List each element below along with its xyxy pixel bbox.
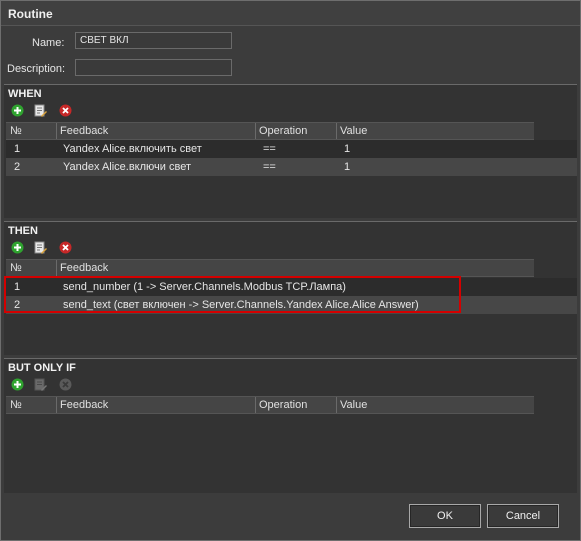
column-header-value: Value <box>340 399 368 411</box>
row-operation: == <box>263 143 276 155</box>
only-if-section: BUT ONLY IF № Feedback Operation Value <box>4 358 577 494</box>
table-row[interactable]: 1 Yandex Alice.включить свет == 1 <box>6 140 577 158</box>
add-icon[interactable] <box>11 241 24 254</box>
title-bar: Routine <box>1 1 580 26</box>
row-num: 2 <box>14 161 21 173</box>
column-header-feedback: Feedback <box>60 125 109 137</box>
column-header-num: № <box>10 125 22 137</box>
column-header-value: Value <box>340 125 368 137</box>
row-num: 1 <box>14 143 21 155</box>
description-label: Description: <box>7 63 66 75</box>
ok-button[interactable]: OK <box>409 504 481 528</box>
delete-icon-disabled <box>59 378 72 391</box>
add-icon[interactable] <box>11 104 24 117</box>
only-if-table-header: № Feedback Operation Value <box>6 396 534 414</box>
cancel-button[interactable]: Cancel <box>487 504 559 528</box>
when-title: WHEN <box>8 88 42 100</box>
highlight-box <box>4 276 461 313</box>
edit-icon[interactable] <box>34 104 47 117</box>
column-header-operation: Operation <box>259 399 308 411</box>
delete-icon[interactable] <box>59 104 72 117</box>
when-section: WHEN № Feedback Operation Value 1 Yandex… <box>4 84 577 218</box>
column-header-num: № <box>10 399 22 411</box>
only-if-title: BUT ONLY IF <box>8 362 76 374</box>
column-header-num: № <box>10 262 22 274</box>
row-feedback: Yandex Alice.включи свет <box>63 161 191 173</box>
row-value: 1 <box>344 143 351 155</box>
routine-dialog: Routine Name: СВЕТ ВКЛ Description: WHEN… <box>0 0 581 541</box>
add-icon[interactable] <box>11 378 24 391</box>
then-title: THEN <box>8 225 38 237</box>
column-header-operation: Operation <box>259 125 308 137</box>
delete-icon[interactable] <box>59 241 72 254</box>
then-table-header: № Feedback <box>6 259 534 277</box>
when-table-header: № Feedback Operation Value <box>6 122 534 140</box>
edit-icon-disabled <box>34 378 47 391</box>
row-operation: == <box>263 161 276 173</box>
column-header-feedback: Feedback <box>60 262 109 274</box>
name-label: Name: <box>32 37 65 49</box>
edit-icon[interactable] <box>34 241 47 254</box>
row-feedback: Yandex Alice.включить свет <box>63 143 202 155</box>
description-field[interactable] <box>75 59 232 76</box>
name-field[interactable]: СВЕТ ВКЛ <box>75 32 232 49</box>
row-value: 1 <box>344 161 351 173</box>
column-header-feedback: Feedback <box>60 399 109 411</box>
window-title: Routine <box>8 7 53 21</box>
table-row[interactable]: 2 Yandex Alice.включи свет == 1 <box>6 158 577 176</box>
